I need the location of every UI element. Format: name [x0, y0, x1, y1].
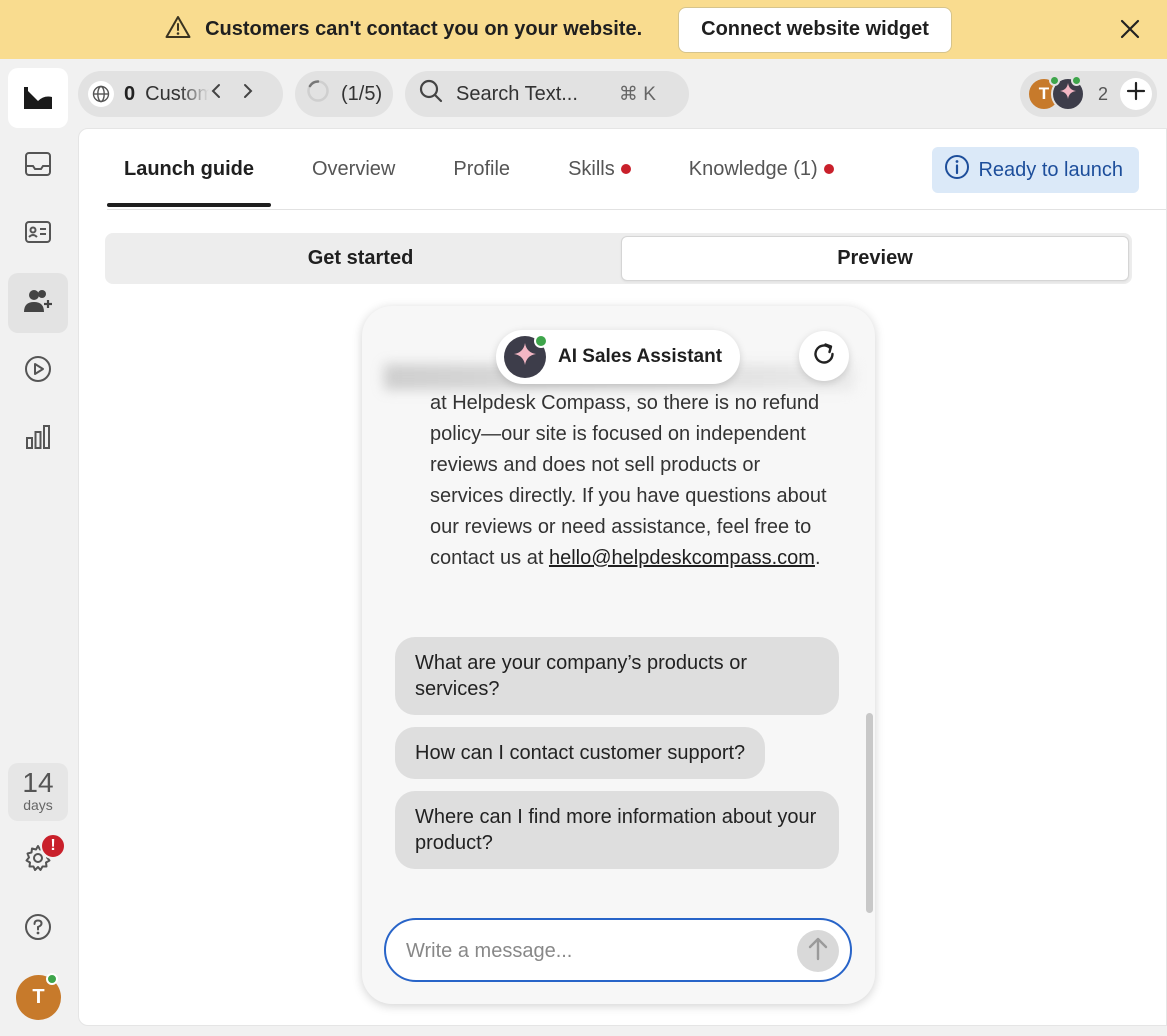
refresh-button[interactable] [799, 331, 849, 381]
inbox-icon [24, 151, 52, 182]
reports-nav[interactable] [8, 409, 68, 469]
search-bar[interactable]: Search Text... ⌘ K [405, 71, 689, 117]
tab-label: Knowledge (1) [688, 157, 818, 180]
add-agent-button[interactable] [1120, 78, 1153, 110]
agents-count: 2 [1098, 83, 1109, 104]
skills-alert-dot [620, 164, 631, 174]
ready-label: Ready to launch [978, 158, 1123, 181]
warning-banner: Customers can't contact you on your webs… [0, 0, 1167, 59]
ai-agents-nav[interactable] [8, 273, 68, 333]
main-panel: Launch guide Overview Profile Skills Kno… [78, 128, 1167, 1026]
email-link[interactable]: hello@helpdeskcompass.com [549, 547, 815, 569]
tab-label: Overview [312, 157, 396, 180]
knowledge-alert-dot [823, 164, 834, 174]
contacts-nav[interactable] [8, 204, 68, 264]
chat-preview-widget: AI Sales Assistant at Helpdesk Compass, … [362, 306, 875, 1004]
tab-label: Launch guide [124, 157, 254, 180]
bot-online-dot [534, 334, 548, 348]
search-placeholder: Search Text... [456, 82, 578, 105]
play-circle-icon [24, 355, 52, 388]
message-composer [384, 918, 852, 982]
channel-count: 0 [124, 82, 136, 105]
left-sidebar: 14 days ! T [0, 59, 77, 1036]
progress-spinner-icon [306, 79, 330, 109]
trial-days-number: 14 [22, 767, 54, 798]
agent-online-dot [1049, 75, 1060, 86]
progress-label: (1/5) [341, 82, 383, 105]
globe-icon [88, 81, 114, 107]
connect-widget-button[interactable]: Connect website widget [678, 6, 952, 53]
search-shortcut: ⌘ K [618, 83, 656, 105]
get-started-segment[interactable]: Get started [108, 236, 613, 281]
tab-label: Skills [568, 157, 615, 180]
suggestion-chip[interactable]: Where can I find more information about … [395, 791, 839, 869]
view-toggle: Get started Preview [105, 233, 1132, 284]
send-button[interactable] [797, 930, 839, 972]
chat-scrollbar[interactable] [866, 713, 873, 913]
tab-launch-guide[interactable]: Launch guide [107, 129, 271, 209]
arrow-up-icon [806, 936, 830, 967]
online-status-dot [46, 973, 58, 985]
chat-title: AI Sales Assistant [558, 346, 723, 367]
channel-label: Custom [145, 82, 210, 105]
tab-label: Profile [453, 157, 511, 180]
plus-icon [1126, 81, 1146, 107]
trial-days-counter[interactable]: 14 days [8, 763, 68, 821]
help-icon [24, 913, 52, 946]
app-logo[interactable] [8, 68, 68, 128]
info-icon [944, 154, 970, 186]
preview-segment[interactable]: Preview [621, 236, 1129, 281]
bot-message: at Helpdesk Compass, so there is no refu… [430, 388, 830, 574]
trial-days-unit: days [23, 797, 53, 813]
tab-knowledge[interactable]: Knowledge (1) [672, 129, 851, 209]
tab-divider [107, 209, 1166, 210]
close-icon[interactable] [1119, 18, 1141, 40]
warning-icon [165, 15, 191, 44]
bar-chart-icon [24, 423, 52, 456]
help-nav[interactable] [8, 899, 68, 959]
tab-profile[interactable]: Profile [436, 129, 527, 209]
launch-progress[interactable]: (1/5) [295, 71, 393, 117]
suggestion-chip[interactable]: How can I contact customer support? [395, 727, 766, 779]
contact-card-icon [24, 220, 52, 249]
message-text: at Helpdesk Compass, so there is no refu… [430, 392, 827, 569]
tab-bar: Launch guide Overview Profile Skills Kno… [107, 129, 875, 209]
sparkle-icon [512, 341, 538, 373]
bot-avatar [504, 334, 548, 378]
refresh-icon [810, 340, 838, 373]
tab-overview[interactable]: Overview [295, 129, 412, 209]
ready-to-launch-button[interactable]: Ready to launch [932, 147, 1139, 193]
message-input[interactable] [406, 934, 776, 968]
message-end: . [814, 547, 821, 569]
tab-skills[interactable]: Skills [551, 129, 648, 209]
agents-group[interactable]: T 2 [1020, 71, 1157, 117]
settings-alert-badge: ! [40, 833, 66, 859]
chevron-left-icon[interactable] [209, 82, 223, 106]
channel-switcher[interactable]: 0 Custom [78, 71, 283, 117]
banner-text: Customers can't contact you on your webs… [205, 18, 643, 40]
chevron-right-icon[interactable] [241, 82, 255, 106]
suggestion-chip[interactable]: What are your company’s products or serv… [395, 637, 839, 715]
add-user-icon [23, 288, 53, 319]
videos-nav[interactable] [8, 341, 68, 401]
bot-online-dot [1071, 75, 1082, 86]
search-icon [418, 78, 444, 110]
inbox-nav[interactable] [8, 136, 68, 196]
chat-header: AI Sales Assistant [496, 330, 741, 384]
